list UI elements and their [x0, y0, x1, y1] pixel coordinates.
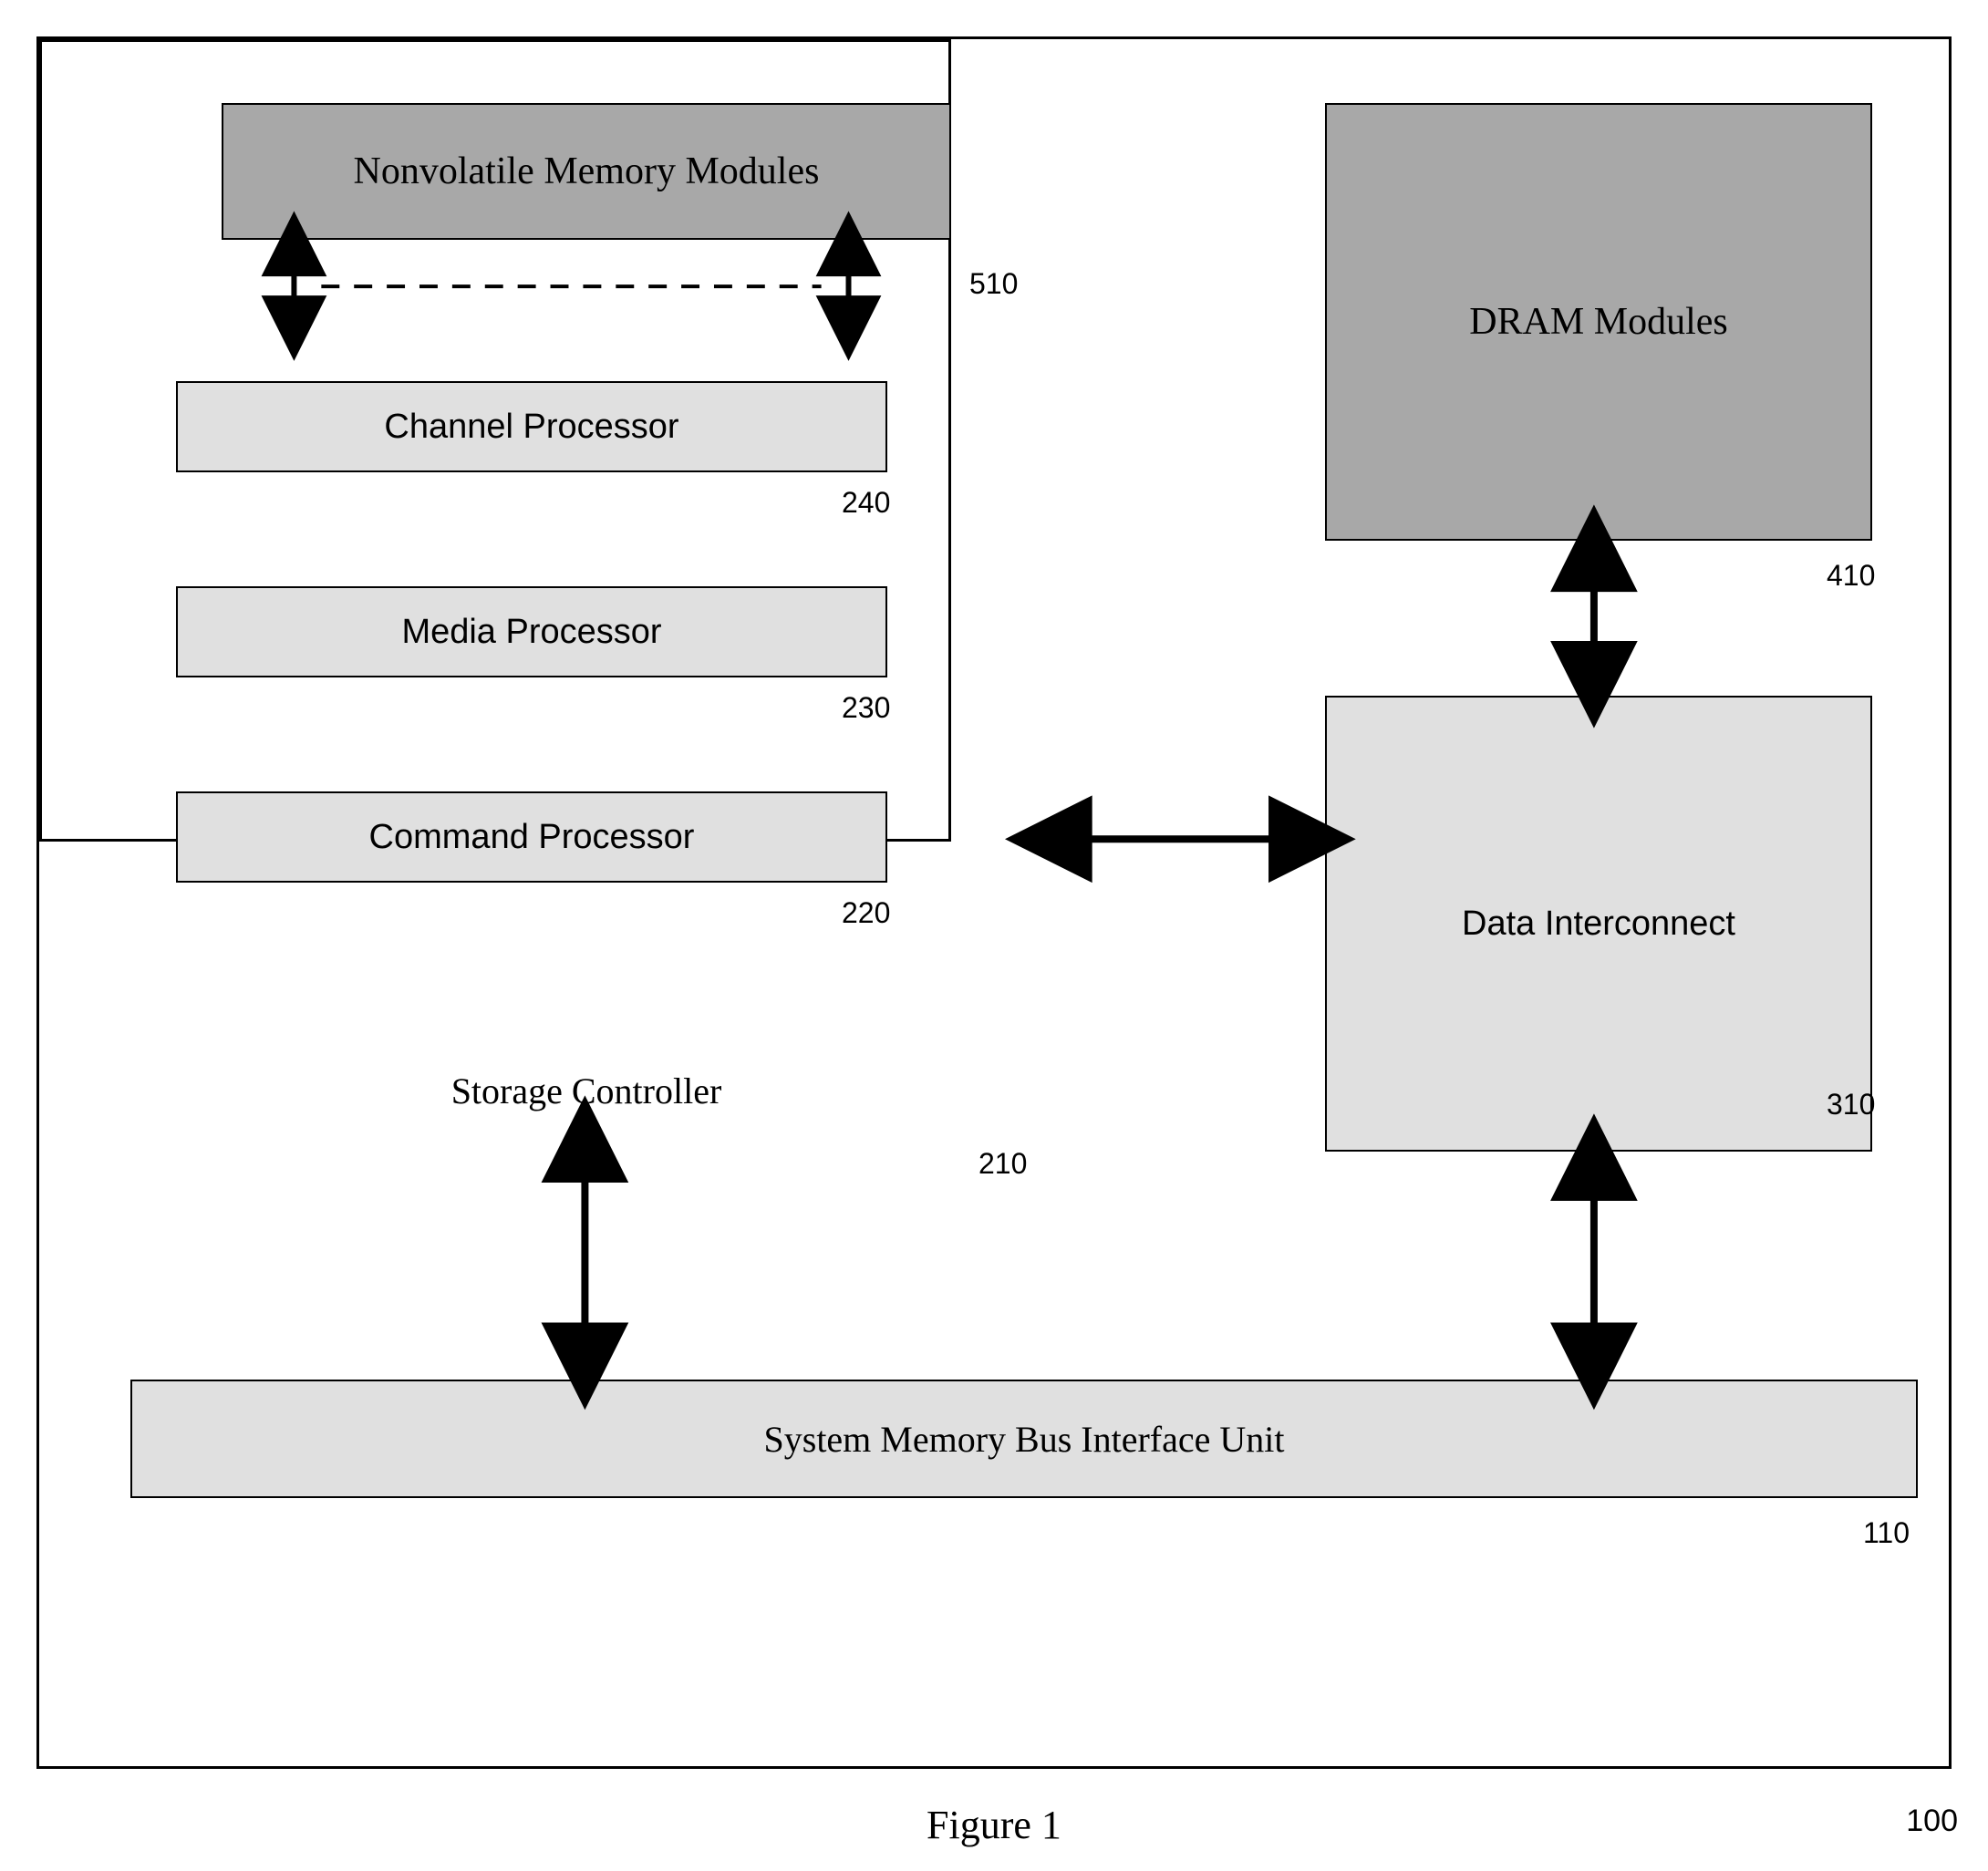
storage-controller-label: Storage Controller [130, 1070, 1042, 1112]
channel-proc-label: Channel Processor [384, 408, 678, 447]
figure-caption: Figure 1 [39, 1802, 1949, 1848]
command-processor-block: Command Processor [176, 791, 887, 883]
data-interconnect-block: Data Interconnect [1325, 696, 1872, 1152]
nvm-label: Nonvolatile Memory Modules [354, 150, 820, 193]
ref-dram: 410 [1827, 559, 1875, 593]
ref-nvm: 510 [969, 267, 1018, 301]
ref-data-interconnect: 310 [1827, 1088, 1875, 1122]
ref-command-proc: 220 [842, 896, 890, 930]
channel-processor-block: Channel Processor [176, 381, 887, 472]
dram-label: DRAM Modules [1469, 300, 1728, 344]
bus-interface-label: System Memory Bus Interface Unit [764, 1418, 1285, 1461]
ref-figure: 100 [1906, 1804, 1958, 1839]
command-proc-label: Command Processor [369, 818, 695, 857]
ref-bus-interface: 110 [1863, 1516, 1910, 1550]
ref-channel-proc: 240 [842, 486, 890, 520]
media-proc-label: Media Processor [401, 613, 661, 652]
nonvolatile-memory-modules-block: Nonvolatile Memory Modules [222, 103, 951, 240]
bus-interface-block: System Memory Bus Interface Unit [130, 1380, 1918, 1498]
dram-modules-block: DRAM Modules [1325, 103, 1872, 541]
media-processor-block: Media Processor [176, 586, 887, 677]
ref-media-proc: 230 [842, 691, 890, 725]
data-interconnect-label: Data Interconnect [1462, 904, 1735, 944]
diagram-frame: Nonvolatile Memory Modules 510 DRAM Modu… [36, 36, 1952, 1769]
ref-storage-controller: 210 [978, 1147, 1027, 1181]
